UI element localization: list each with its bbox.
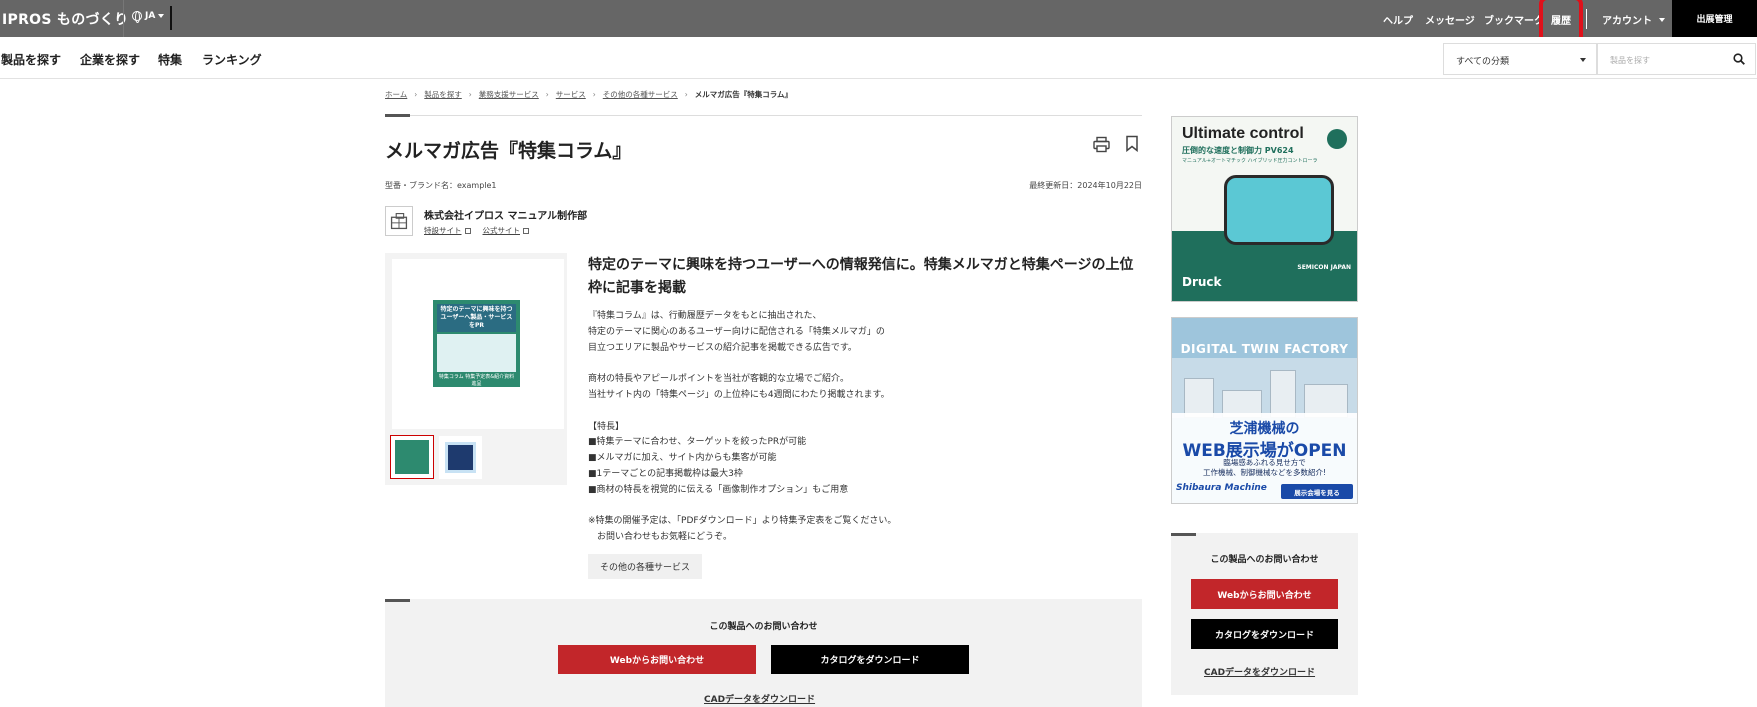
divider	[1586, 9, 1587, 29]
chevron-right-icon: ›	[545, 90, 549, 99]
logo-text: IPROS ものづくり	[2, 12, 129, 28]
breadcrumb-services[interactable]: サービス	[556, 89, 586, 100]
nav-help[interactable]: ヘルプ	[1383, 12, 1413, 27]
product-thumbnail-2[interactable]	[439, 436, 482, 479]
product-lead: 特定のテーマに興味を持つユーザーへの情報発信に。特集メルマガと特集ページの上位枠…	[588, 257, 1134, 296]
model-brand-name: 型番・ブランド名：example1	[385, 181, 497, 190]
ad-subheadline: 圧倒的な速度と制御力 PV624	[1182, 146, 1294, 155]
secondary-nav: 製品を探す 企業を探す 特集 ランキング すべての分類 製品を探す	[0, 37, 1757, 79]
bookmark-icon[interactable]	[1125, 135, 1139, 152]
category-tag[interactable]: その他の各種サービス	[588, 554, 702, 579]
official-site-link[interactable]: 公式サイト	[482, 225, 529, 236]
language-label: JA	[145, 11, 156, 21]
ad-product-image	[1224, 175, 1334, 245]
contact-section: この製品へのお問い合わせ Webからお問い合わせ カタログをダウンロード CAD…	[385, 599, 1142, 707]
chevron-right-icon: ›	[592, 90, 596, 99]
chevron-right-icon: ›	[468, 90, 472, 99]
divider	[385, 115, 1142, 116]
company-links: 特設サイト 公式サイト	[424, 225, 529, 236]
image-caption: 特集コラム 特集予定表&紹介資料 進呈	[438, 374, 515, 387]
contact-title: この製品へのお問い合わせ	[709, 622, 818, 632]
globe-icon	[132, 11, 142, 23]
last-updated-date: 最終更新日：2024年10月22日	[1029, 181, 1142, 190]
ad-cta: 展示会場を見る	[1281, 484, 1353, 499]
nav-bookmarks[interactable]: ブックマーク	[1484, 12, 1544, 27]
banner-ad-shibaura[interactable]: DIGITAL TWIN FACTORY 芝浦機械の WEB展示場がOPEN 臨…	[1171, 317, 1358, 504]
ad-subtext: マニュアル+オートマチック ハイブリッド圧力コントローラ	[1182, 158, 1318, 164]
sidebar-catalog-download-button[interactable]: カタログをダウンロード	[1191, 619, 1338, 649]
nav-account[interactable]: アカウント	[1602, 12, 1666, 27]
breadcrumb-home[interactable]: ホーム	[385, 89, 407, 100]
ad-brand: Shibaura Machine	[1176, 483, 1267, 493]
category-select[interactable]: すべての分類	[1443, 43, 1597, 75]
thumbnail-image	[445, 442, 476, 473]
top-bar: IPROS ものづくり JA ヘルプ メッセージ ブックマーク 履歴 アカウント…	[0, 0, 1757, 45]
divider	[170, 6, 172, 30]
page-title: メルマガ広告『特集コラム』	[385, 140, 632, 162]
company-logo-icon[interactable]	[385, 206, 413, 236]
banner-ad-druck[interactable]: Ultimate control 圧倒的な速度と制御力 PV624 マニュアル+…	[1171, 116, 1358, 302]
nav-messages[interactable]: メッセージ	[1425, 12, 1475, 27]
cad-download-link[interactable]: CADデータをダウンロード	[704, 692, 815, 705]
publish-management-button[interactable]: 出展管理	[1672, 0, 1757, 37]
arrow-right-icon	[1327, 129, 1347, 149]
ad-building	[1270, 370, 1296, 418]
breadcrumb-business-support[interactable]: 業務支援サービス	[479, 89, 539, 100]
external-link-icon	[523, 228, 529, 234]
external-link-icon	[464, 228, 471, 234]
breadcrumb-other-services[interactable]: その他の各種サービス	[603, 89, 678, 100]
nav-find-companies[interactable]: 企業を探す	[80, 51, 140, 68]
nav-features[interactable]: 特集	[158, 51, 182, 68]
breadcrumb-find-products[interactable]: 製品を探す	[424, 89, 462, 100]
image-headline: 特定のテーマに興味を持つユーザーへ製品・サービスをPR	[437, 304, 516, 332]
ad-building	[1184, 378, 1214, 418]
chevron-down-icon	[158, 14, 165, 18]
breadcrumb-current: メルマガ広告『特集コラム』	[694, 90, 793, 99]
chevron-right-icon: ›	[684, 90, 688, 99]
print-icon[interactable]	[1093, 136, 1110, 153]
search-placeholder: 製品を探す	[1610, 56, 1650, 65]
chevron-down-icon	[1659, 18, 1666, 22]
official-site-label: 公式サイト	[482, 226, 521, 235]
web-inquiry-button[interactable]: Webからお問い合わせ	[558, 645, 756, 674]
product-description: 『特集コラム』は、行動履歴データをもとに抽出された、 特定のテーマに関心のあるユ…	[588, 311, 897, 543]
sidebar-contact-section: この製品へのお問い合わせ Webからお問い合わせ カタログをダウンロード CAD…	[1171, 533, 1358, 695]
catalog-download-button[interactable]: カタログをダウンロード	[771, 645, 969, 674]
chevron-right-icon: ›	[414, 90, 418, 99]
product-image-art: 特定のテーマに興味を持つユーザーへ製品・サービスをPR 特集コラム 特集予定表&…	[433, 300, 520, 387]
breadcrumb: ホーム › 製品を探す › 業務支援サービス › サービス › その他の各種サービス › …	[385, 89, 792, 100]
ad-cityscape	[1172, 358, 1357, 418]
search-icon[interactable]	[1733, 53, 1745, 65]
ad-line3: 臨場感あふれる見せ方で 工作機械、制御機械などを多数紹介!	[1202, 458, 1326, 477]
site-logo[interactable]: IPROS ものづくり	[2, 8, 128, 30]
contact-title: この製品へのお問い合わせ	[1210, 555, 1319, 565]
divider-accent	[385, 114, 410, 117]
thumbnail-image	[395, 440, 429, 474]
ad-line1: 芝浦機械の	[1229, 421, 1300, 437]
ad-headline: DIGITAL TWIN FACTORY	[1180, 342, 1349, 356]
nav-ranking[interactable]: ランキング	[202, 51, 262, 68]
special-site-label: 特設サイト	[424, 226, 462, 235]
product-thumbnail-1[interactable]	[390, 435, 434, 479]
ad-headline: Ultimate control	[1182, 125, 1304, 142]
divider	[123, 0, 124, 37]
divider-accent	[1171, 533, 1196, 536]
ad-event: SEMICON JAPAN	[1297, 264, 1351, 271]
nav-find-products[interactable]: 製品を探す	[1, 51, 61, 68]
account-label: アカウント	[1602, 16, 1652, 27]
language-selector[interactable]: JA	[132, 11, 165, 23]
company-name[interactable]: 株式会社イプロス マニュアル制作部	[424, 207, 587, 222]
sidebar-web-inquiry-button[interactable]: Webからお問い合わせ	[1191, 579, 1338, 609]
image-illustration	[437, 334, 516, 372]
category-select-value: すべての分類	[1456, 57, 1510, 67]
search-input[interactable]: 製品を探す	[1597, 43, 1756, 75]
ad-brand: Druck	[1182, 275, 1222, 289]
chevron-down-icon	[1580, 58, 1586, 62]
special-site-link[interactable]: 特設サイト	[424, 225, 471, 236]
sidebar-cad-download-link[interactable]: CADデータをダウンロード	[1204, 665, 1315, 678]
divider-accent	[385, 599, 410, 602]
